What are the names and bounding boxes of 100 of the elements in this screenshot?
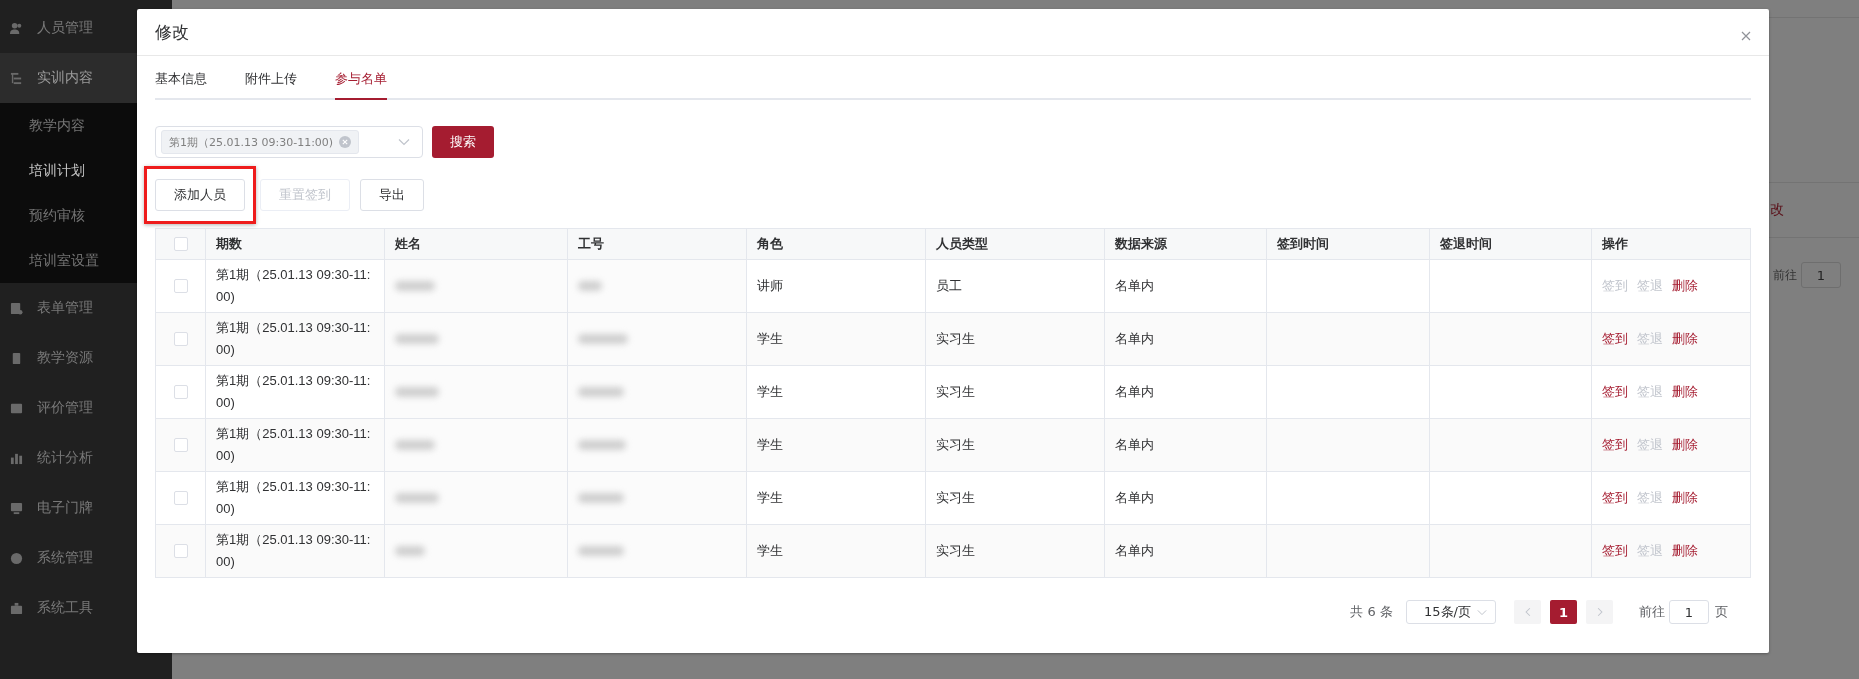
clear-icon[interactable] (339, 136, 352, 148)
page-button[interactable]: 1 (1550, 600, 1577, 624)
blurred-text (395, 334, 439, 344)
table-cell: 学生 (757, 383, 783, 401)
column-header: 人员类型 (936, 235, 988, 253)
page-tab[interactable]: 改 (1770, 201, 1859, 219)
tree-icon (10, 71, 23, 85)
table-cell: 学生 (757, 436, 783, 454)
table-cell: 实习生 (936, 436, 975, 454)
table-cell: 名单内 (1115, 489, 1154, 507)
bar-chart-icon (10, 451, 23, 465)
checkbox[interactable] (173, 332, 188, 346)
table-cell-text: 第1期（25.01.13 09:30-11:00) (216, 425, 372, 465)
row-action-link[interactable]: 删除 (1672, 383, 1698, 401)
blurred-text (395, 546, 425, 556)
column-header: 操作 (1602, 235, 1628, 253)
row-action-link[interactable]: 签到 (1602, 383, 1628, 401)
form-icon (10, 301, 23, 315)
checkbox[interactable] (173, 438, 188, 452)
row-action-link[interactable]: 删除 (1672, 542, 1698, 560)
row-action-link[interactable]: 签到 (1602, 436, 1628, 454)
column-header: 期数 (216, 235, 242, 253)
search-button[interactable]: 搜索 (432, 126, 494, 158)
goto-label: 前往 (1639, 603, 1665, 621)
checkbox[interactable] (173, 237, 188, 251)
blurred-text (395, 493, 439, 503)
action-button[interactable]: 添加人员 (155, 179, 245, 211)
table-cell-text: 第1期（25.01.13 09:30-11:00) (216, 266, 372, 306)
blurred-text (578, 440, 626, 450)
menu-item[interactable]: 评价管理 (0, 383, 172, 433)
toolbox-icon (10, 601, 23, 615)
menu-item[interactable]: 电子门牌 (0, 483, 172, 533)
close-icon[interactable] (1741, 31, 1751, 41)
table-cell-text: 第1期（25.01.13 09:30-11:00) (216, 531, 372, 571)
period-select[interactable]: 第1期（25.01.13 09:30-11:00) (155, 126, 423, 158)
table-cell-text: 第1期（25.01.13 09:30-11:00) (216, 319, 372, 359)
action-button[interactable]: 导出 (360, 179, 424, 211)
row-action-link[interactable]: 删除 (1672, 436, 1698, 454)
table-cell: 名单内 (1115, 330, 1154, 348)
chevron-down-icon (1477, 608, 1487, 616)
menu-item[interactable]: 教学资源 (0, 333, 172, 383)
menu-item[interactable]: 表单管理 (0, 283, 172, 333)
column-header: 签到时间 (1277, 235, 1329, 253)
table-cell: 名单内 (1115, 436, 1154, 454)
chevron-left-icon (1524, 607, 1531, 617)
checkbox[interactable] (173, 279, 188, 293)
table-cell: 学生 (757, 542, 783, 560)
chevron-down-icon (398, 138, 410, 146)
blurred-text (578, 546, 624, 556)
page-input[interactable]: 1 (1669, 600, 1709, 624)
page-size-select[interactable]: 15条/页 (1406, 600, 1496, 624)
menu-item[interactable]: 系统管理 (0, 533, 172, 583)
table-cell-text: 第1期（25.01.13 09:30-11:00) (216, 372, 372, 412)
total-count: 共 6 条 (1350, 603, 1393, 621)
column-header: 姓名 (395, 235, 421, 253)
table-cell: 实习生 (936, 489, 975, 507)
table-cell: 学生 (757, 330, 783, 348)
table-cell: 实习生 (936, 330, 975, 348)
table-cell: 学生 (757, 489, 783, 507)
blurred-text (578, 493, 624, 503)
dialog-title: 修改 (155, 20, 189, 44)
goto-label: 前往 (1773, 266, 1797, 284)
tag-text: 第1期（25.01.13 09:30-11:00) (169, 134, 334, 150)
page-unit-label: 页 (1715, 603, 1728, 621)
previous-page-button[interactable] (1514, 600, 1541, 624)
row-action-link[interactable]: 签到 (1602, 330, 1628, 348)
table-cell-text: 第1期（25.01.13 09:30-11:00) (216, 478, 372, 518)
table-cell: 实习生 (936, 542, 975, 560)
page-size-value: 15条/页 (1424, 603, 1471, 621)
blurred-text (578, 334, 628, 344)
page-input[interactable]: 1 (1801, 262, 1841, 288)
next-page-button[interactable] (1586, 600, 1613, 624)
row-action-link[interactable]: 签到 (1602, 542, 1628, 560)
row-action-link[interactable]: 删除 (1672, 277, 1698, 295)
table-cell: 讲师 (757, 277, 783, 295)
row-action-link[interactable]: 删除 (1672, 489, 1698, 507)
blurred-text (395, 387, 439, 397)
tab[interactable]: 附件上传 (245, 56, 297, 100)
blurred-text (578, 281, 602, 291)
checkbox[interactable] (173, 491, 188, 505)
blurred-text (578, 387, 624, 397)
table-cell: 名单内 (1115, 383, 1154, 401)
checkbox[interactable] (173, 385, 188, 399)
monitor-icon (10, 501, 23, 515)
column-header: 工号 (578, 235, 604, 253)
chevron-right-icon (1596, 607, 1603, 617)
table-cell: 名单内 (1115, 277, 1154, 295)
table-cell: 员工 (936, 277, 962, 295)
table-cell: 名单内 (1115, 542, 1154, 560)
menu-item[interactable]: 系统工具 (0, 583, 172, 633)
table-cell: 实习生 (936, 383, 975, 401)
people-icon (10, 21, 23, 35)
tab[interactable]: 参与名单 (335, 56, 387, 100)
menu-item[interactable]: 统计分析 (0, 433, 172, 483)
row-action-link[interactable]: 签到 (1602, 489, 1628, 507)
checkbox[interactable] (173, 544, 188, 558)
blurred-text (395, 281, 435, 291)
column-header: 角色 (757, 235, 783, 253)
blurred-text (395, 440, 435, 450)
row-action-link[interactable]: 删除 (1672, 330, 1698, 348)
